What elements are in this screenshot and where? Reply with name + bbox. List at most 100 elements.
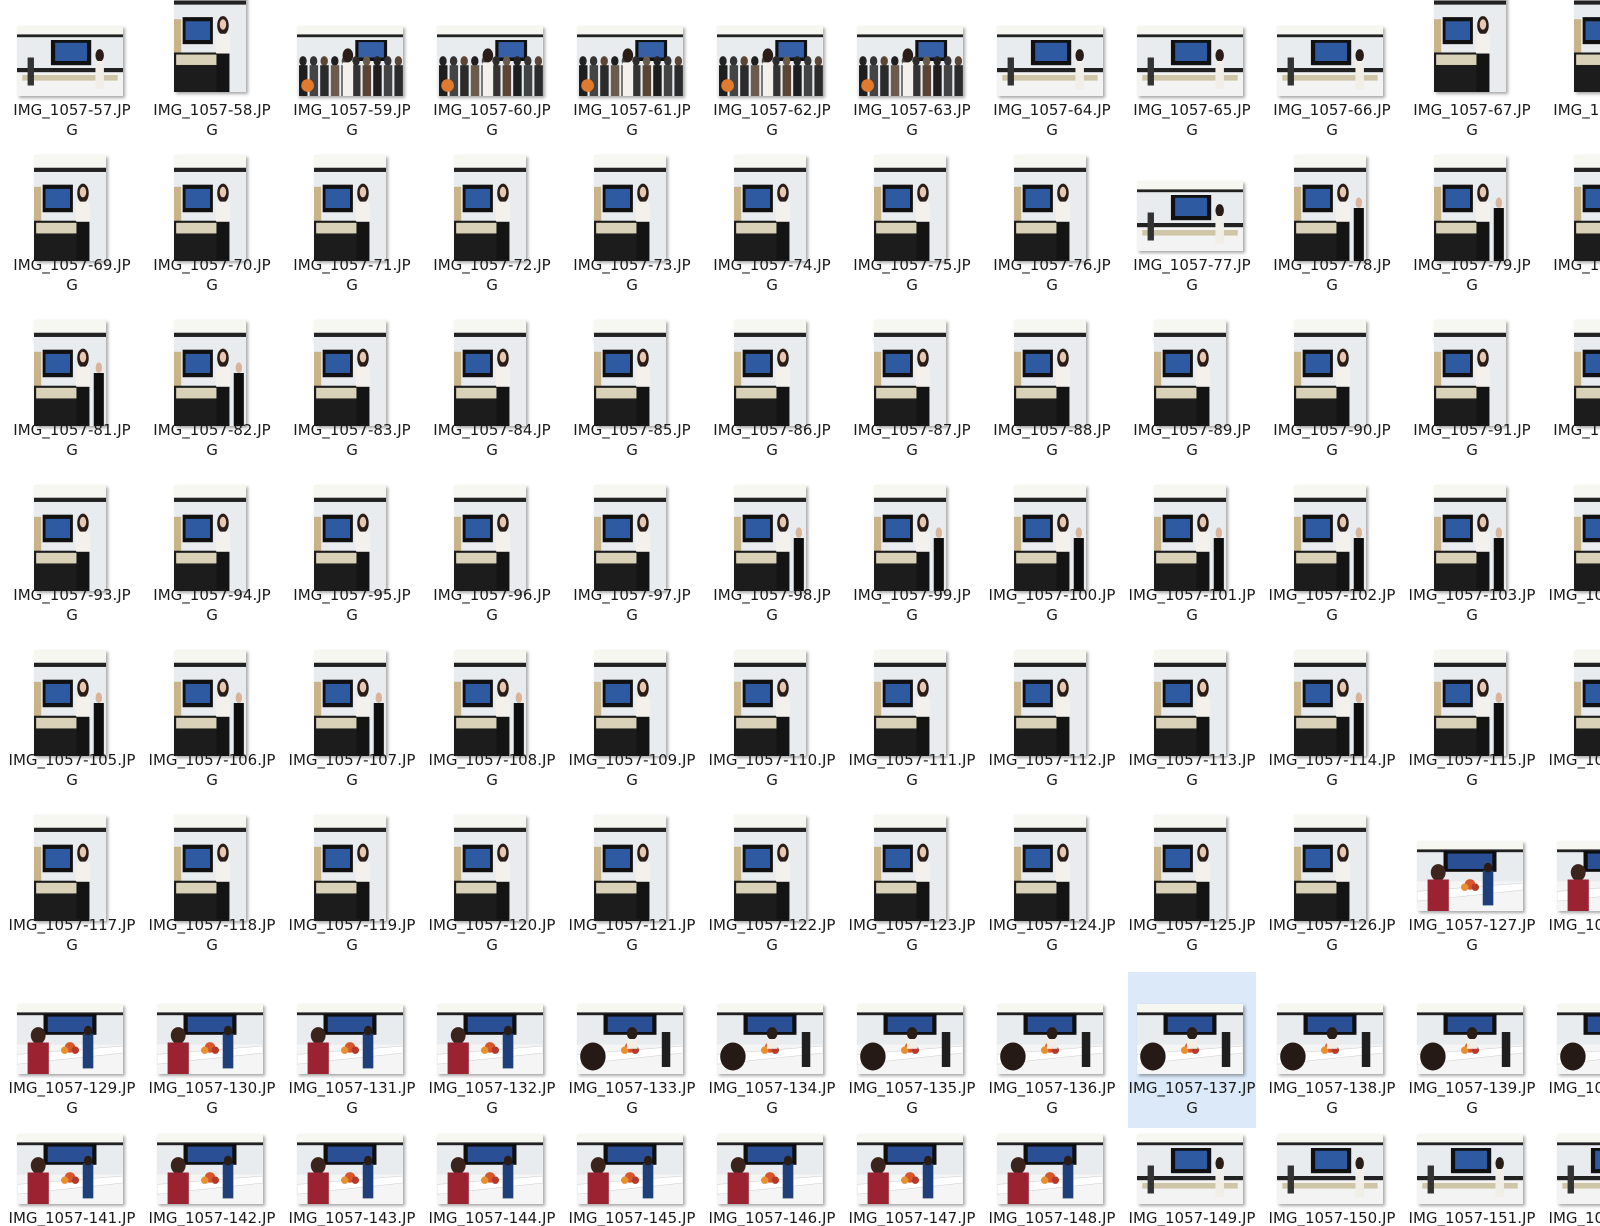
file-item[interactable]: IMG_1057-143.JPG — [288, 1102, 416, 1226]
file-item[interactable]: IMG_1057-147.JPG — [848, 1102, 976, 1226]
file-item[interactable]: IMG_1057-57.JPG — [8, 0, 136, 150]
file-name-label: IMG_1057-92.JPG — [1553, 421, 1600, 439]
file-item[interactable]: IMG_1057-94.JPG — [148, 479, 276, 635]
file-item[interactable]: IMG_1057-108.JPG — [428, 644, 556, 800]
file-name-label: IMG_1057-73.JPG — [573, 256, 691, 294]
image-thumbnail — [297, 26, 403, 96]
image-thumbnail — [594, 815, 666, 921]
file-item[interactable]: IMG_1057-124.JPG — [988, 809, 1116, 965]
image-thumbnail — [1137, 26, 1243, 96]
file-item[interactable]: IMG_1057-119.JPG — [288, 809, 416, 965]
thumbnail-frame — [848, 149, 976, 261]
thumbnail-frame — [148, 479, 276, 591]
file-item[interactable]: IMG_1057-67.JPG — [1408, 0, 1536, 150]
file-item[interactable]: IMG_1057-100.JPG — [988, 479, 1116, 635]
file-item[interactable]: IMG_1057-101.JPG — [1128, 479, 1256, 635]
file-item[interactable]: IMG_1057-70.JPG — [148, 149, 276, 305]
file-item[interactable]: IMG_1057-149.JPG — [1128, 1102, 1256, 1226]
file-item[interactable]: IMG_1057-107.JPG — [288, 644, 416, 800]
file-item[interactable]: IMG_1057-127.JPG — [1408, 809, 1536, 965]
file-item[interactable]: IMG_1057-75.JPG — [848, 149, 976, 305]
file-item[interactable]: IMG_1057-89.JPG — [1128, 314, 1256, 470]
file-item[interactable]: IMG_1057-104.JPG — [1548, 479, 1600, 635]
file-item[interactable]: IMG_1057-146.JPG — [708, 1102, 836, 1226]
file-item[interactable]: IMG_1057-141.JPG — [8, 1102, 136, 1226]
file-item[interactable]: IMG_1057-69.JPG — [8, 149, 136, 305]
file-item[interactable]: IMG_1057-98.JPG — [708, 479, 836, 635]
file-item[interactable]: IMG_1057-87.JPG — [848, 314, 976, 470]
file-item[interactable]: IMG_1057-114.JPG — [1268, 644, 1396, 800]
file-item[interactable]: IMG_1057-81.JPG — [8, 314, 136, 470]
file-item[interactable]: IMG_1057-115.JPG — [1408, 644, 1536, 800]
file-item[interactable]: IMG_1057-111.JPG — [848, 644, 976, 800]
file-item[interactable]: IMG_1057-73.JPG — [568, 149, 696, 305]
file-item[interactable]: IMG_1057-74.JPG — [708, 149, 836, 305]
file-name-label: IMG_1057-151.JPG — [1408, 1209, 1536, 1226]
file-item[interactable]: IMG_1057-71.JPG — [288, 149, 416, 305]
file-item[interactable]: IMG_1057-97.JPG — [568, 479, 696, 635]
file-item[interactable]: IMG_1057-144.JPG — [428, 1102, 556, 1226]
file-item[interactable]: IMG_1057-120.JPG — [428, 809, 556, 965]
file-item[interactable]: IMG_1057-64.JPG — [988, 0, 1116, 150]
file-item[interactable]: IMG_1057-96.JPG — [428, 479, 556, 635]
file-item[interactable]: IMG_1057-92.JPG — [1548, 314, 1600, 470]
file-item[interactable]: IMG_1057-122.JPG — [708, 809, 836, 965]
file-item[interactable]: IMG_1057-58.JPG — [148, 0, 276, 150]
file-item[interactable]: IMG_1057-65.JPG — [1128, 0, 1256, 150]
file-item[interactable]: IMG_1057-151.JPG — [1408, 1102, 1536, 1226]
file-item[interactable]: IMG_1057-145.JPG — [568, 1102, 696, 1226]
file-item[interactable]: IMG_1057-86.JPG — [708, 314, 836, 470]
file-item[interactable]: IMG_1057-79.JPG — [1408, 149, 1536, 305]
file-item[interactable]: IMG_1057-128.JPG — [1548, 809, 1600, 965]
file-item[interactable]: IMG_1057-123.JPG — [848, 809, 976, 965]
file-item[interactable]: IMG_1057-91.JPG — [1408, 314, 1536, 470]
file-item[interactable]: IMG_1057-125.JPG — [1128, 809, 1256, 965]
file-item[interactable]: IMG_1057-83.JPG — [288, 314, 416, 470]
image-thumbnail — [857, 1004, 963, 1074]
file-item[interactable]: IMG_1057-118.JPG — [148, 809, 276, 965]
file-item[interactable]: IMG_1057-116.JPG — [1548, 644, 1600, 800]
file-item[interactable]: IMG_1057-117.JPG — [8, 809, 136, 965]
file-item[interactable]: IMG_1057-148.JPG — [988, 1102, 1116, 1226]
thumbnail-frame — [568, 644, 696, 756]
image-thumbnail — [717, 1004, 823, 1074]
file-item[interactable]: IMG_1057-105.JPG — [8, 644, 136, 800]
file-item[interactable]: IMG_1057-82.JPG — [148, 314, 276, 470]
file-item[interactable]: IMG_1057-60.JPG — [428, 0, 556, 150]
file-item[interactable]: IMG_1057-63.JPG — [848, 0, 976, 150]
image-thumbnail — [594, 155, 666, 261]
file-item[interactable]: IMG_1057-72.JPG — [428, 149, 556, 305]
file-item[interactable]: IMG_1057-77.JPG — [1128, 149, 1256, 305]
file-item[interactable]: IMG_1057-68.JPG — [1548, 0, 1600, 150]
file-item[interactable]: IMG_1057-113.JPG — [1128, 644, 1256, 800]
file-item[interactable]: IMG_1057-112.JPG — [988, 644, 1116, 800]
file-item[interactable]: IMG_1057-152.JPG — [1548, 1102, 1600, 1226]
file-item[interactable]: IMG_1057-78.JPG — [1268, 149, 1396, 305]
thumbnail-frame — [1128, 314, 1256, 426]
file-item[interactable]: IMG_1057-85.JPG — [568, 314, 696, 470]
file-item[interactable]: IMG_1057-88.JPG — [988, 314, 1116, 470]
thumbnail-frame — [288, 314, 416, 426]
file-item[interactable]: IMG_1057-109.JPG — [568, 644, 696, 800]
file-item[interactable]: IMG_1057-103.JPG — [1408, 479, 1536, 635]
file-item[interactable]: IMG_1057-90.JPG — [1268, 314, 1396, 470]
file-item[interactable]: IMG_1057-61.JPG — [568, 0, 696, 150]
file-item[interactable]: IMG_1057-66.JPG — [1268, 0, 1396, 150]
file-item[interactable]: IMG_1057-142.JPG — [148, 1102, 276, 1226]
file-item[interactable]: IMG_1057-62.JPG — [708, 0, 836, 150]
file-item[interactable]: IMG_1057-102.JPG — [1268, 479, 1396, 635]
image-thumbnail — [717, 1134, 823, 1204]
file-item[interactable]: IMG_1057-150.JPG — [1268, 1102, 1396, 1226]
file-item[interactable]: IMG_1057-93.JPG — [8, 479, 136, 635]
file-item[interactable]: IMG_1057-80.JPG — [1548, 149, 1600, 305]
file-item[interactable]: IMG_1057-110.JPG — [708, 644, 836, 800]
file-item[interactable]: IMG_1057-106.JPG — [148, 644, 276, 800]
file-item[interactable]: IMG_1057-121.JPG — [568, 809, 696, 965]
file-item[interactable]: IMG_1057-95.JPG — [288, 479, 416, 635]
thumbnail-frame — [148, 314, 276, 426]
file-item[interactable]: IMG_1057-126.JPG — [1268, 809, 1396, 965]
file-item[interactable]: IMG_1057-76.JPG — [988, 149, 1116, 305]
file-item[interactable]: IMG_1057-59.JPG — [288, 0, 416, 150]
file-item[interactable]: IMG_1057-99.JPG — [848, 479, 976, 635]
file-item[interactable]: IMG_1057-84.JPG — [428, 314, 556, 470]
